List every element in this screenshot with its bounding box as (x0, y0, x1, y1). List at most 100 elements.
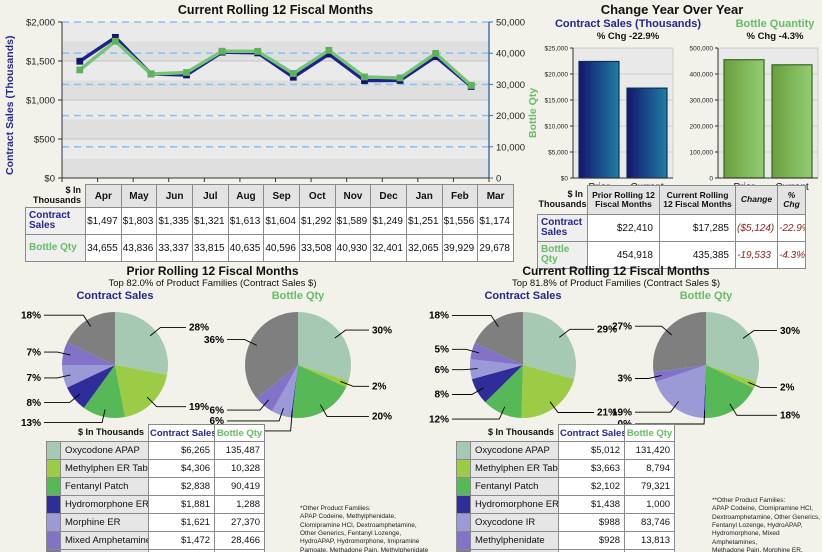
product-row: Oxycodone APAP $5,012 131,420 (456, 441, 676, 460)
svg-text:27%: 27% (612, 321, 632, 332)
product-row: Morphine ER $1,621 27,370 (46, 513, 266, 532)
svg-text:20,000: 20,000 (496, 111, 525, 122)
svg-text:18%: 18% (780, 411, 800, 422)
yoy-qty-bar-chart: 0100,000200,000300,000400,000500,000Prio… (690, 45, 819, 193)
product-row: Methylphen ER Tabs $4,306 10,328 (46, 459, 266, 478)
sales-value: $1,438 (558, 495, 626, 514)
month-header: Sep (263, 184, 300, 208)
prior-product-table: $ In Thousands Contract Sales Bottle Qty Ox… (46, 424, 266, 552)
svg-text:30%: 30% (780, 326, 800, 337)
sales-value: $1,881 (148, 495, 216, 514)
svg-text:0: 0 (496, 174, 501, 185)
color-swatch (456, 459, 471, 478)
svg-text:6%: 6% (435, 365, 450, 376)
svg-text:40,000: 40,000 (496, 49, 525, 60)
qty-value: 13,813 (624, 531, 676, 550)
value-cell: 33,815 (191, 234, 229, 262)
sales-value: $2,838 (148, 477, 216, 496)
current-bar (626, 87, 668, 179)
contract-sales-header: Contract Sales (148, 424, 216, 442)
product-name: Fentanyl Patch (469, 477, 560, 496)
qty-value: 79,321 (624, 477, 676, 496)
color-swatch (456, 531, 471, 550)
value-cell: $1,497 (85, 207, 122, 235)
qty-value: 28,466 (214, 531, 266, 550)
row-label: Bottle Qty (25, 234, 86, 262)
svg-text:500,000: 500,000 (690, 45, 714, 52)
value-cell: $1,321 (191, 207, 229, 235)
value-cell: 40,596 (263, 234, 300, 262)
value-cell: 39,929 (441, 234, 479, 262)
column-header: Current Rolling 12 Fiscal Months (659, 185, 736, 215)
svg-text:10,000: 10,000 (496, 142, 525, 153)
value-cell: $17,285 (659, 214, 736, 242)
product-name: Hydromorphone ER (469, 495, 560, 514)
product-row: Mixed Amphetamines $1,472 28,466 (46, 531, 266, 550)
months-header-row: $ In Thousands Apr May Jun Jul Aug Sep Oct Nov De… (26, 184, 514, 208)
table-corner-label: $ In Thousands (488, 426, 555, 437)
sales-value: $5,012 (558, 441, 626, 460)
color-swatch (46, 531, 61, 550)
svg-text:7%: 7% (27, 373, 42, 384)
current-qty-pie: 30%2%18%0%19%3%27% (612, 312, 800, 430)
qty-value: 8,794 (624, 459, 676, 478)
color-swatch (46, 459, 61, 478)
yoy-qty-title: Bottle Quantity (735, 18, 815, 30)
svg-text:12%: 12% (429, 414, 449, 425)
product-name: Oxycodone IR (469, 513, 560, 532)
svg-text:5%: 5% (435, 344, 450, 355)
product-row: Fentanyl Patch $2,838 90,419 (46, 477, 266, 496)
product-header-row: $ In Thousands Contract Sales Bottle Qty (457, 424, 676, 442)
value-cell: 43,836 (120, 234, 158, 262)
sales-value: $988 (558, 513, 626, 532)
product-name: Methylphen ER Tabs (59, 459, 150, 478)
svg-text:$15,000: $15,000 (545, 97, 569, 104)
svg-text:$500: $500 (34, 135, 55, 146)
column-header: Change (735, 185, 778, 215)
yoy-title: Change Year Over Year (600, 2, 744, 17)
yoy-sales-bar-chart: $0$5,000$10,000$15,000$20,000$25,000Prio… (545, 45, 674, 193)
svg-text:19%: 19% (612, 407, 632, 418)
color-swatch (456, 495, 471, 514)
month-header: Mar (477, 184, 514, 208)
row-label: Contract Sales (537, 214, 588, 242)
value-cell: $1,604 (263, 207, 300, 235)
svg-text:2%: 2% (372, 381, 387, 392)
rolling12-line-chart: $0 $500 $1,000 $1,500 $2,000 0 10,000 20,000 30,… (26, 18, 525, 185)
product-row: Methylphen ER Tabs $3,663 8,794 (456, 459, 676, 478)
svg-text:$1,500: $1,500 (26, 57, 55, 68)
prior-section-title: Prior Rolling 12 Fiscal Months (126, 264, 299, 278)
product-name: Oxycodone APAP (59, 441, 150, 460)
month-header: Jun (156, 184, 193, 208)
svg-text:$0: $0 (561, 175, 569, 182)
prior-qty-pie: 30%2%20%0%6%6%36% (204, 312, 392, 437)
svg-text:7%: 7% (27, 347, 42, 358)
product-name: Mixed Amphetamines (59, 531, 150, 550)
product-name: Oxycodone APAP (469, 441, 560, 460)
svg-text:0: 0 (709, 175, 713, 182)
prior-section-subtitle: Top 82.0% of Product Families (Contract … (108, 278, 317, 289)
product-name: Fentanyl Patch (59, 477, 150, 496)
svg-text:30%: 30% (372, 325, 392, 336)
table-row: Bottle Qty 34,655 43,836 33,337 33,815 40,635… (25, 234, 514, 262)
svg-text:18%: 18% (21, 310, 41, 321)
product-row: Methylphenidate $928 13,813 (456, 531, 676, 550)
value-cell: $1,174 (477, 207, 514, 235)
value-cell: $22,410 (587, 214, 660, 242)
current-footnote: **Other Product Families: APAP Codeine, … (712, 497, 821, 552)
svg-text:3%: 3% (618, 374, 633, 385)
months-table: $ In Thousands Apr May Jun Jul Aug Sep Oct Nov De… (25, 184, 514, 262)
svg-text:13%: 13% (21, 418, 41, 429)
product-row: Oxycodone IR $988 83,746 (456, 513, 676, 532)
value-cell: $1,589 (334, 207, 372, 235)
current-section-subtitle: Top 81.8% of Product Families (Contract … (511, 278, 721, 289)
svg-text:100,000: 100,000 (690, 149, 714, 156)
value-cell: $1,249 (370, 207, 407, 235)
svg-text:8%: 8% (435, 390, 450, 401)
color-swatch (456, 477, 471, 496)
column-header: Prior Rolling 12 Fiscal Months (587, 185, 660, 215)
value-cell: 33,337 (156, 234, 193, 262)
svg-text:$20,000: $20,000 (545, 71, 569, 78)
product-name: Morphine ER (59, 513, 150, 532)
svg-text:200,000: 200,000 (690, 123, 714, 130)
